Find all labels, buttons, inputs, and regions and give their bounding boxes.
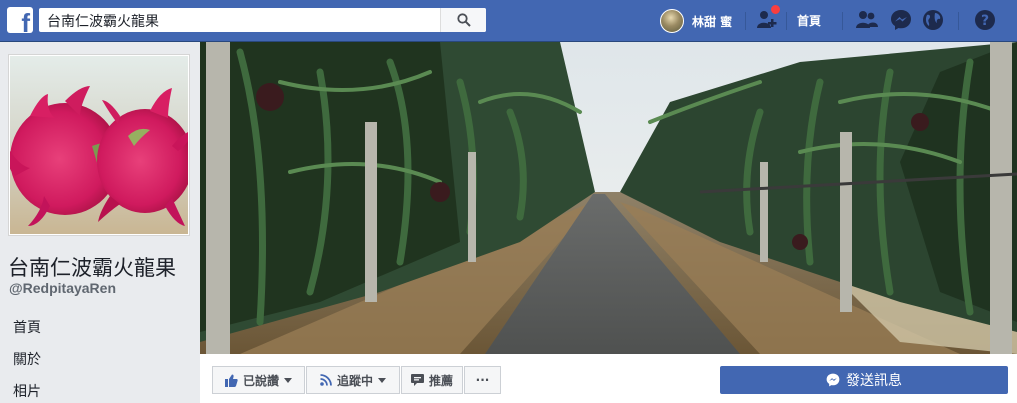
page-left-column: 台南仁波霸火龍果 @RedpitayaRen 首頁 關於 相片 xyxy=(0,42,200,403)
globe-icon[interactable] xyxy=(922,9,944,31)
nav-divider xyxy=(786,12,787,30)
nav-divider xyxy=(958,12,959,30)
left-nav-home[interactable]: 首頁 xyxy=(13,317,41,337)
chevron-down-icon xyxy=(284,377,292,383)
page-profile-picture[interactable] xyxy=(8,54,190,236)
messenger-icon[interactable] xyxy=(890,9,912,31)
comment-icon xyxy=(410,374,424,386)
home-link[interactable]: 首頁 xyxy=(797,12,821,29)
more-options-button[interactable]: ··· xyxy=(464,366,501,394)
left-nav-about[interactable]: 關於 xyxy=(13,349,41,369)
page-username[interactable]: @RedpitayaRen xyxy=(9,280,116,296)
search-input[interactable]: 台南仁波霸火龍果 xyxy=(47,11,159,31)
messenger-icon xyxy=(826,373,840,387)
facebook-logo-icon[interactable]: f xyxy=(7,7,33,33)
follow-label: 追蹤中 xyxy=(336,373,373,388)
more-options-icon: ··· xyxy=(475,373,490,387)
avatar xyxy=(660,9,684,33)
send-message-button[interactable]: 發送訊息 xyxy=(720,366,1008,394)
like-button[interactable]: 已說讚 xyxy=(212,366,305,394)
orchard-cover-image xyxy=(200,42,1017,354)
thumbs-up-icon xyxy=(224,374,238,387)
page-title[interactable]: 台南仁波霸火龍果 xyxy=(8,252,176,282)
svg-text:?: ? xyxy=(981,13,989,29)
cover-photo[interactable] xyxy=(200,42,1017,354)
search-bar[interactable]: 台南仁波霸火龍果 xyxy=(39,8,486,32)
profile-name: 林甜 蜜 xyxy=(692,15,733,29)
top-navigation-bar: f 台南仁波霸火龍果 林甜 蜜 首頁 ? xyxy=(0,0,1017,42)
search-icon xyxy=(457,13,471,27)
nav-divider xyxy=(745,12,746,30)
rss-icon xyxy=(320,374,332,386)
notification-badge xyxy=(770,4,781,15)
chevron-down-icon xyxy=(378,377,386,383)
left-nav-photos[interactable]: 相片 xyxy=(13,381,41,401)
friends-icon[interactable] xyxy=(855,9,879,31)
follow-button[interactable]: 追蹤中 xyxy=(306,366,400,394)
recommend-label: 推薦 xyxy=(428,373,453,388)
dragon-fruit-image xyxy=(9,56,189,234)
search-button[interactable] xyxy=(440,8,486,32)
send-message-label: 發送訊息 xyxy=(846,373,902,389)
recommend-button[interactable]: 推薦 xyxy=(401,366,463,394)
help-icon[interactable]: ? xyxy=(974,9,996,31)
page-action-bar: 已說讚 追蹤中 推薦 ··· 發送訊息 xyxy=(200,354,1017,403)
like-label: 已說讚 xyxy=(242,373,279,388)
nav-divider xyxy=(842,12,843,30)
